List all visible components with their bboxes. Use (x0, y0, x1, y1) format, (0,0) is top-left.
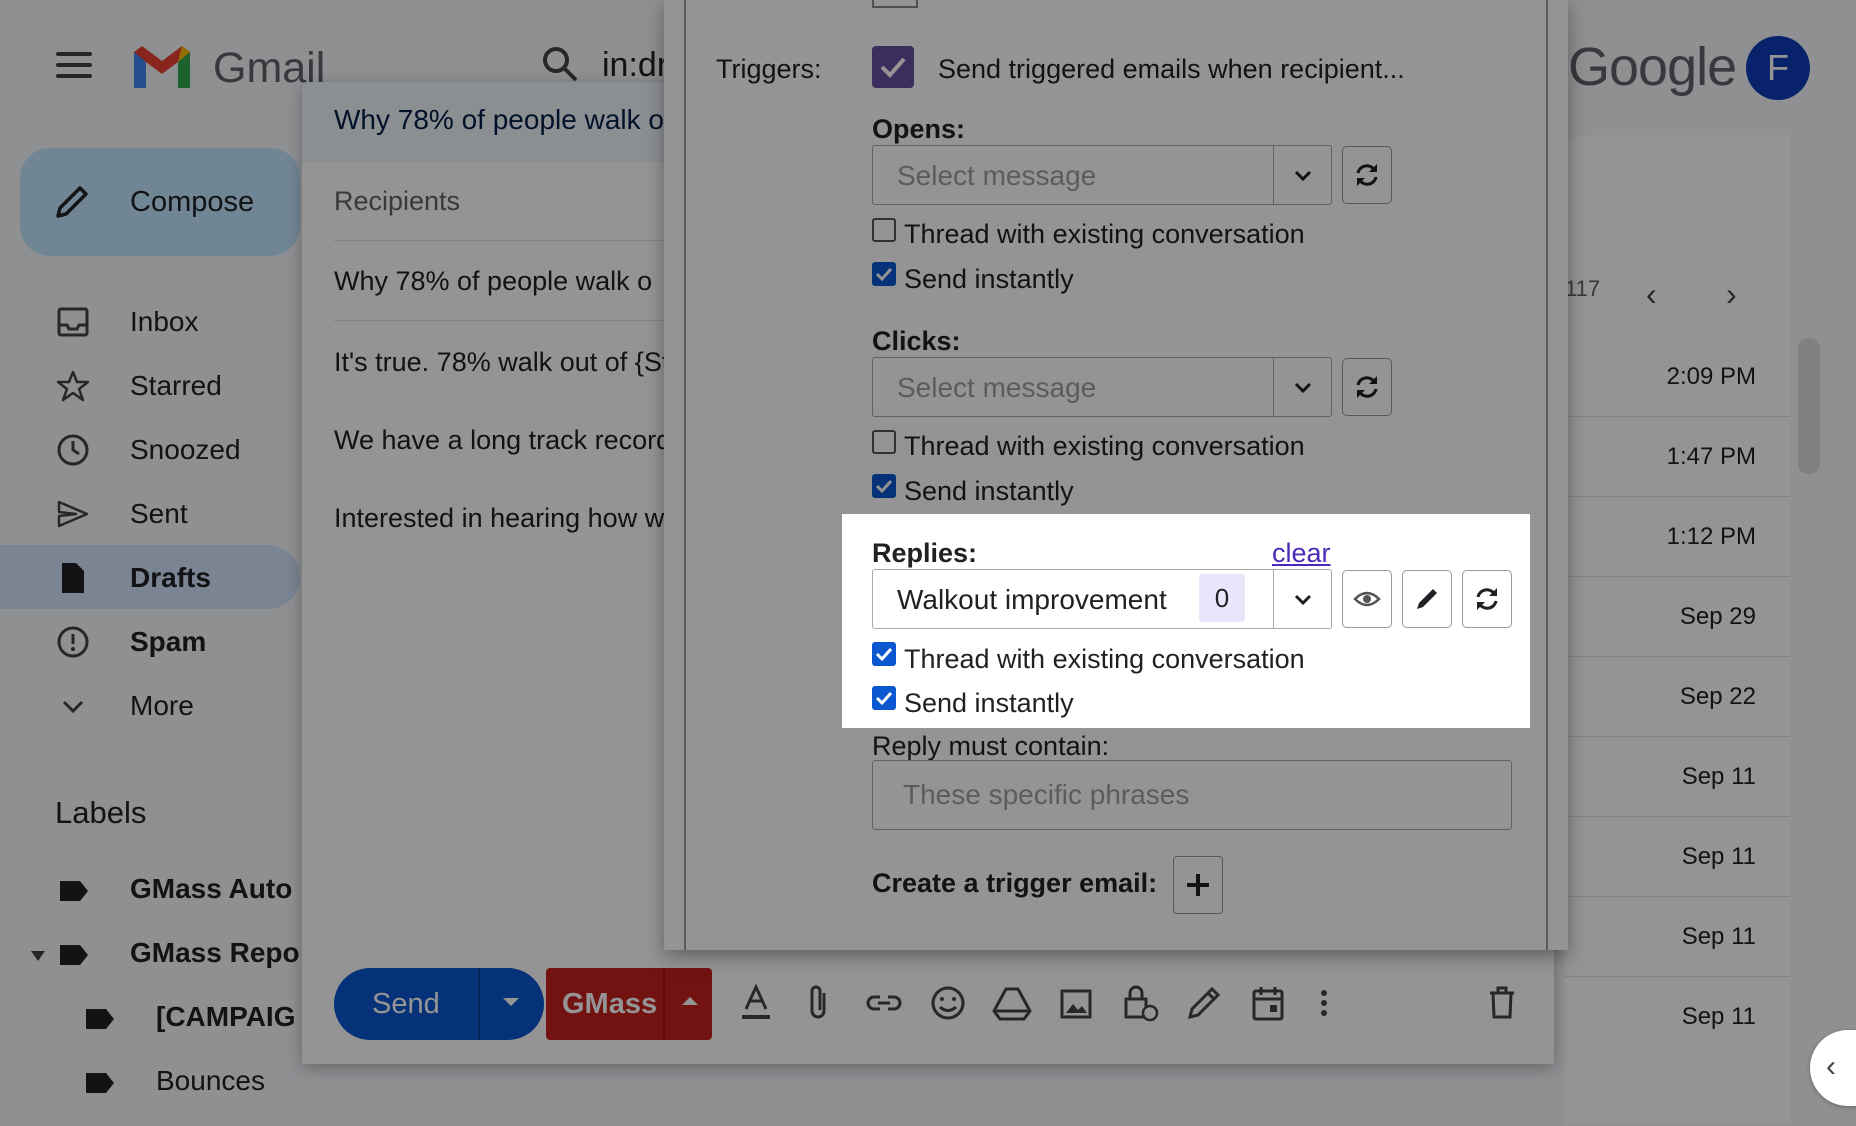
replies-thread-checkbox[interactable] (872, 642, 896, 666)
replies-thread-label: Thread with existing conversation (904, 644, 1305, 674)
chevron-down-icon[interactable] (1273, 570, 1332, 628)
replies-preview-button[interactable] (1342, 570, 1392, 628)
replies-instant-checkbox[interactable] (872, 686, 896, 710)
replies-selected-message: Walkout improvement (897, 584, 1167, 615)
gmail-window: Gmail in:dr Google F Compose Inbox Starr… (0, 0, 1856, 1126)
panel-dim-overlay (664, 0, 1568, 950)
eye-icon (1353, 591, 1381, 607)
replies-clear-link[interactable]: clear (1272, 538, 1331, 569)
replies-count-badge: 0 (1199, 574, 1245, 622)
replies-label: Replies: (872, 538, 978, 568)
refresh-icon (1476, 588, 1498, 610)
pencil-icon (1417, 589, 1437, 609)
replies-message-select[interactable]: Walkout improvement 0 (872, 569, 1332, 629)
replies-instant-label: Send instantly (904, 688, 1074, 718)
chevron-left-icon: ‹ (1826, 1050, 1836, 1083)
replies-refresh-button[interactable] (1462, 570, 1512, 628)
replies-edit-button[interactable] (1402, 570, 1452, 628)
